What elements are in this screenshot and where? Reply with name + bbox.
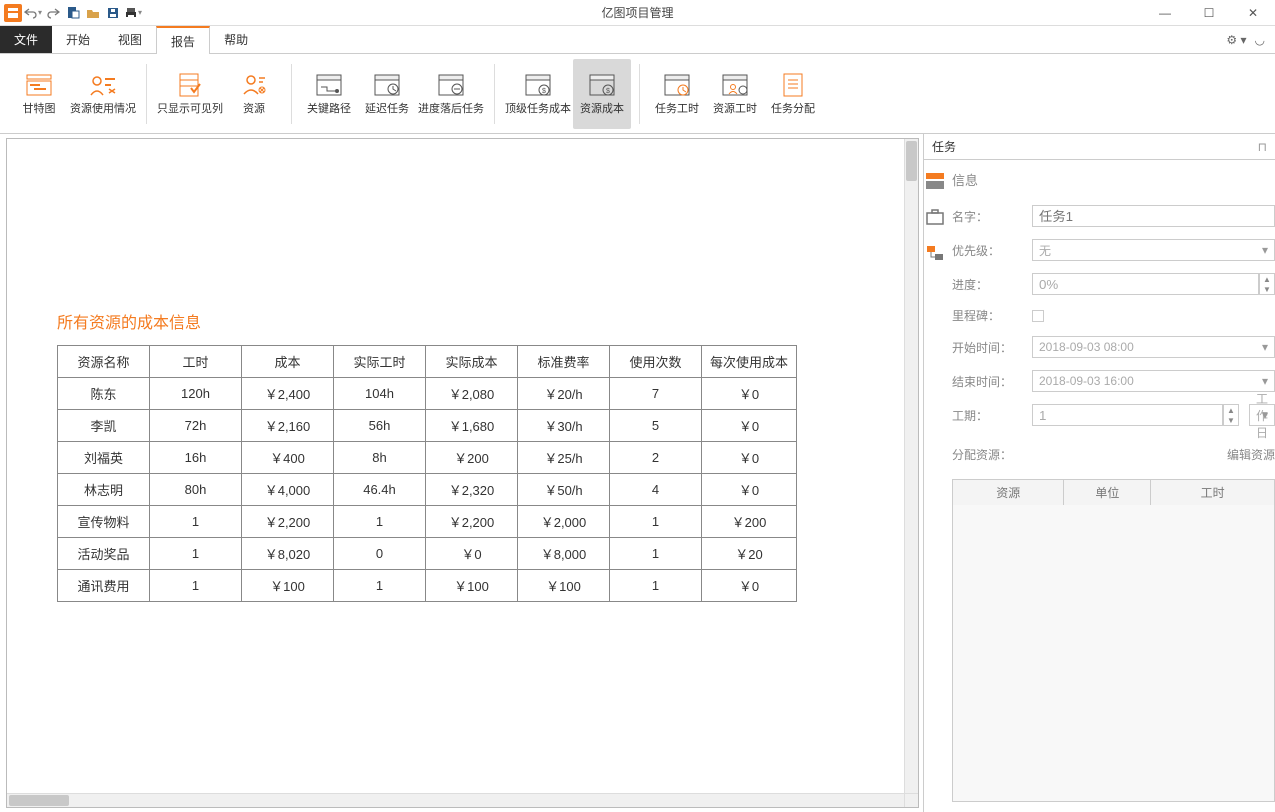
open-icon[interactable]: [84, 4, 102, 22]
side-tab-briefcase-icon[interactable]: [924, 206, 946, 228]
table-row: 林志明80h￥4,00046.4h￥2,320￥50/h4￥0: [58, 474, 797, 506]
table-header: 实际工时: [334, 346, 426, 378]
table-row: 刘福英16h￥4008h￥200￥25/h2￥0: [58, 442, 797, 474]
table-header: 工时: [150, 346, 242, 378]
task-name-input[interactable]: [1032, 205, 1275, 227]
table-header: 实际成本: [426, 346, 518, 378]
table-row: 陈东120h￥2,400104h￥2,080￥20/h7￥0: [58, 378, 797, 410]
side-section-title: 信息: [952, 170, 1275, 189]
progress-spin[interactable]: ▲▼: [1032, 273, 1275, 295]
pin-icon[interactable]: ⊓: [1258, 140, 1267, 154]
ribbon-top-task-cost[interactable]: $顶级任务成本: [503, 59, 573, 129]
ribbon-task-alloc[interactable]: 任务分配: [764, 59, 822, 129]
ribbon-resource-usage[interactable]: 资源使用情况: [68, 59, 138, 129]
horizontal-scrollbar[interactable]: [7, 793, 904, 807]
table-header: 资源名称: [58, 346, 150, 378]
resource-grid: 资源 单位 工时: [952, 479, 1275, 802]
app-icon: [4, 4, 22, 22]
table-row: 李凯72h￥2,16056h￥1,680￥30/h5￥0: [58, 410, 797, 442]
save-icon[interactable]: [104, 4, 122, 22]
redo-icon[interactable]: [44, 4, 62, 22]
side-title: 任务: [932, 138, 956, 155]
print-icon[interactable]: ▾: [124, 4, 142, 22]
table-row: 活动奖品1￥8,0200￥0￥8,0001￥20: [58, 538, 797, 570]
menu-report[interactable]: 报告: [156, 26, 210, 54]
undo-icon[interactable]: ▾: [24, 4, 42, 22]
ribbon-behind-tasks[interactable]: 进度落后任务: [416, 59, 486, 129]
menu-file[interactable]: 文件: [0, 26, 52, 53]
settings-icon[interactable]: ⚙ ▾: [1226, 33, 1246, 47]
menu-start[interactable]: 开始: [52, 26, 104, 53]
table-header: 成本: [242, 346, 334, 378]
side-tab-link-icon[interactable]: [924, 242, 946, 264]
ribbon-resource-hours[interactable]: 资源工时: [706, 59, 764, 129]
collapse-ribbon-icon[interactable]: ◡: [1255, 33, 1265, 47]
table-row: 通讯费用1￥1001￥100￥1001￥0: [58, 570, 797, 602]
menu-help[interactable]: 帮助: [210, 26, 262, 53]
table-header: 使用次数: [610, 346, 702, 378]
start-time-field[interactable]: 2018-09-03 08:00▾: [1032, 336, 1275, 358]
ribbon-delayed-tasks[interactable]: 延迟任务: [358, 59, 416, 129]
report-table: 资源名称工时成本实际工时实际成本标准费率使用次数每次使用成本 陈东120h￥2,…: [57, 345, 797, 602]
ribbon-visible-cols[interactable]: 只显示可见列: [155, 59, 225, 129]
app-title: 亿图项目管理: [601, 4, 673, 21]
report-title: 所有资源的成本信息: [57, 309, 854, 333]
ribbon-resources[interactable]: 资源: [225, 59, 283, 129]
ribbon-critical-path[interactable]: 关键路径: [300, 59, 358, 129]
side-tab-info-icon[interactable]: [924, 170, 946, 192]
report-canvas: 所有资源的成本信息 资源名称工时成本实际工时实际成本标准费率使用次数每次使用成本…: [6, 138, 919, 808]
new-doc-icon[interactable]: [64, 4, 82, 22]
menu-view[interactable]: 视图: [104, 26, 156, 53]
svg-text:$: $: [542, 88, 546, 95]
minimize-button[interactable]: —: [1143, 0, 1187, 26]
vertical-scrollbar[interactable]: [904, 139, 918, 793]
end-time-field[interactable]: 2018-09-03 16:00▾: [1032, 370, 1275, 392]
table-row: 宣传物料1￥2,2001￥2,200￥2,0001￥200: [58, 506, 797, 538]
milestone-checkbox[interactable]: [1032, 310, 1044, 322]
ribbon-resource-cost[interactable]: $资源成本: [573, 59, 631, 129]
edit-resource-link[interactable]: 编辑资源: [1227, 446, 1275, 463]
ribbon-gantt[interactable]: 甘特图: [10, 59, 68, 129]
close-button[interactable]: ✕: [1231, 0, 1275, 26]
svg-text:$: $: [606, 88, 610, 95]
table-header: 标准费率: [518, 346, 610, 378]
maximize-button[interactable]: ☐: [1187, 0, 1231, 26]
ribbon-task-hours[interactable]: 任务工时: [648, 59, 706, 129]
duration-unit-select[interactable]: 工作日▾: [1249, 404, 1275, 426]
table-header: 每次使用成本: [702, 346, 797, 378]
duration-spin[interactable]: ▲▼: [1032, 404, 1239, 426]
priority-select[interactable]: 无▾: [1032, 239, 1275, 261]
